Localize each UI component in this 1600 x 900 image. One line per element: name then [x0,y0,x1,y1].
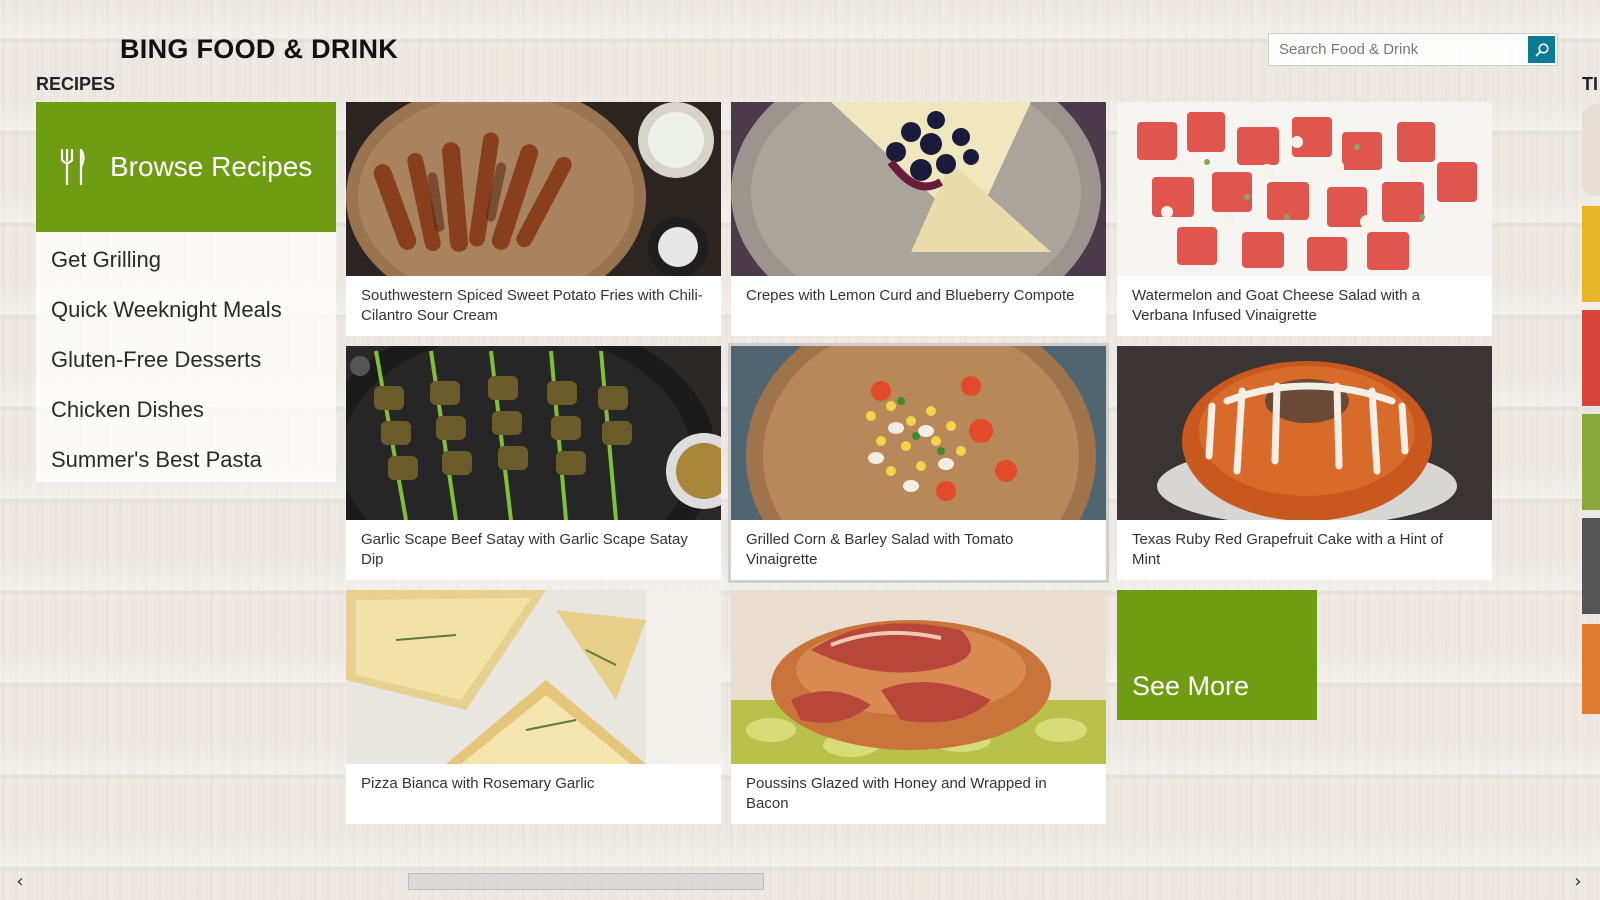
recipe-card[interactable]: Watermelon and Goat Cheese Salad with a … [1117,102,1492,336]
recipe-card[interactable]: Pizza Bianca with Rosemary Garlic [346,590,721,824]
category-item[interactable]: Quick Weeknight Meals [36,288,336,338]
recipe-card[interactable]: Texas Ruby Red Grapefruit Cake with a Hi… [1117,346,1492,580]
recipe-image [346,346,721,520]
next-section-peek-tile[interactable] [1582,624,1600,714]
category-item[interactable]: Chicken Dishes [36,388,336,438]
section-title-recipes[interactable]: RECIPES [36,74,115,95]
recipe-image [346,102,721,276]
recipe-image [1117,346,1492,520]
category-list: Get Grilling Quick Weeknight Meals Glute… [36,232,336,482]
recipe-image [731,346,1106,520]
recipe-title: Grilled Corn & Barley Salad with Tomato … [746,531,1014,568]
recipe-image [731,590,1106,764]
next-section-peek-image[interactable] [1582,206,1600,302]
recipe-card[interactable]: Southwestern Spiced Sweet Potato Fries w… [346,102,721,336]
recipe-image [1117,102,1492,276]
recipe-image [346,590,721,764]
search-icon [1535,42,1549,56]
recipe-card[interactable]: Crepes with Lemon Curd and Blueberry Com… [731,102,1106,336]
scroll-left-icon[interactable]: ‹ [10,872,30,892]
horizontal-scrollbar[interactable]: ‹ › [0,872,1600,892]
recipe-card[interactable]: Grilled Corn & Barley Salad with Tomato … [728,343,1109,583]
search-input[interactable] [1269,34,1525,65]
next-section-peek-image[interactable] [1582,414,1600,510]
recipe-title: Garlic Scape Beef Satay with Garlic Scap… [361,531,688,568]
recipe-title: Watermelon and Goat Cheese Salad with a … [1132,287,1420,324]
recipe-title: Southwestern Spiced Sweet Potato Fries w… [361,287,703,324]
scroll-thumb[interactable] [408,873,764,890]
search-box[interactable] [1268,33,1558,66]
recipe-title: Pizza Bianca with Rosemary Garlic [361,775,595,792]
recipe-image [731,102,1106,276]
fork-knife-icon [60,148,85,186]
see-more-tile[interactable]: See More [1117,590,1317,720]
browse-recipes-label: Browse Recipes [110,151,313,182]
recipe-card[interactable]: Garlic Scape Beef Satay with Garlic Scap… [346,346,721,580]
recipe-title: Texas Ruby Red Grapefruit Cake with a Hi… [1132,531,1443,568]
next-section-peek-image[interactable] [1582,518,1600,614]
browse-recipes-tile[interactable]: Browse Recipes [36,102,336,232]
category-item[interactable]: Get Grilling [36,238,336,288]
recipe-card[interactable]: Poussins Glazed with Honey and Wrapped i… [731,590,1106,824]
app-title: BING FOOD & DRINK [120,34,399,64]
scroll-right-icon[interactable]: › [1568,872,1588,892]
recipe-title: Poussins Glazed with Honey and Wrapped i… [746,775,1047,812]
category-item[interactable]: Gluten-Free Desserts [36,338,336,388]
section-title-next[interactable]: TI [1582,74,1598,95]
recipe-title: Crepes with Lemon Curd and Blueberry Com… [746,287,1075,304]
next-section-peek-image[interactable] [1582,104,1600,196]
category-item[interactable]: Summer's Best Pasta [36,438,336,488]
search-button[interactable] [1528,36,1555,63]
next-section-peek-image[interactable] [1582,310,1600,406]
